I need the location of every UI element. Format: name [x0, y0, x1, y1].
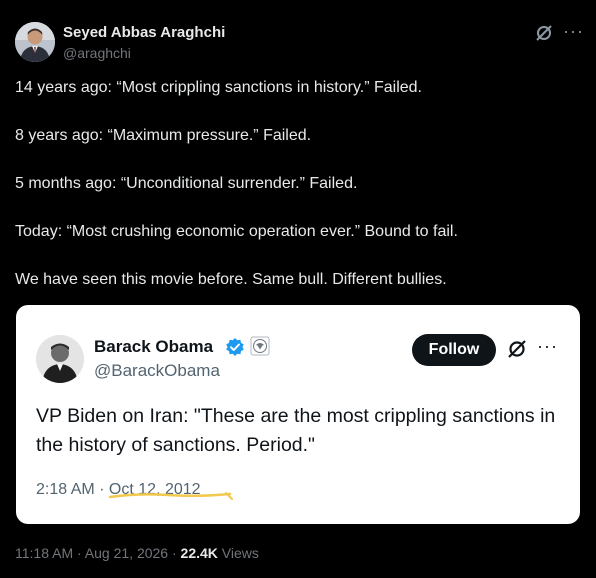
author-name[interactable]: Seyed Abbas Araghchi	[63, 24, 225, 41]
grok-icon[interactable]	[506, 338, 528, 360]
more-icon[interactable]: ···	[563, 21, 584, 42]
post-time[interactable]: 11:18 AM	[15, 545, 73, 561]
author-avatar[interactable]	[15, 22, 55, 62]
quote-author-handle[interactable]: @BarackObama	[94, 361, 220, 381]
post-meta: 11:18 AM · Aug 21, 2026 · 22.4K Views	[15, 545, 259, 561]
meta-separator: ·	[94, 481, 109, 498]
tweet-line: Today: “Most crushing economic operation…	[15, 223, 458, 240]
quote-author-name[interactable]: Barack Obama	[94, 337, 213, 357]
tweet-line: 5 months ago: “Unconditional surrender.”…	[15, 175, 358, 192]
post-date[interactable]: Aug 21, 2026	[85, 545, 168, 561]
quote-time: 2:18 AM	[36, 481, 95, 498]
tweet-line: We have seen this movie before. Same bul…	[15, 271, 447, 288]
highlight-underline	[108, 492, 233, 500]
tweet-line: 8 years ago: “Maximum pressure.” Failed.	[15, 127, 312, 144]
quoted-post-card[interactable]: Barack Obama @BarackObama Follow ··· VP …	[16, 305, 580, 524]
quote-text: VP Biden on Iran: "These are the most cr…	[36, 405, 556, 456]
follow-button[interactable]: Follow	[412, 334, 496, 366]
views-count: 22.4K	[180, 545, 218, 561]
government-seal-icon	[250, 336, 270, 356]
verified-badge-icon	[226, 338, 244, 356]
grok-icon[interactable]	[534, 23, 554, 43]
more-icon[interactable]: ···	[537, 336, 558, 357]
quote-avatar[interactable]	[36, 335, 84, 383]
author-handle[interactable]: @araghchi	[63, 45, 131, 61]
views-label: Views	[221, 545, 259, 561]
tweet-line: 14 years ago: “Most crippling sanctions …	[15, 79, 422, 96]
